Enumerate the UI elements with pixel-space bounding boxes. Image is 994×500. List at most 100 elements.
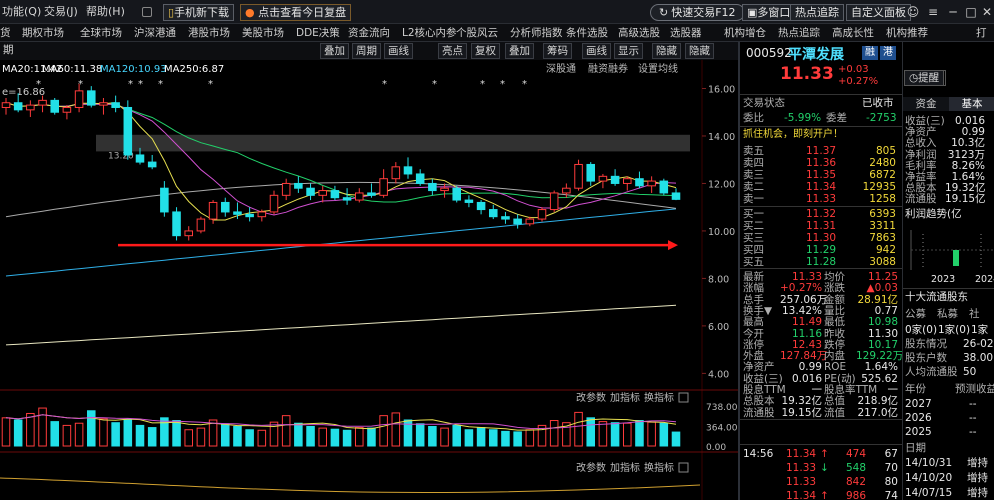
- hot-tracking-button[interactable]: 热点追踪: [790, 4, 844, 21]
- kline-chart[interactable]: MA20:11.42MA60:11.38MA120:10.93MA250:6.8…: [0, 60, 738, 500]
- tab-market-4[interactable]: 港股市场: [188, 24, 230, 42]
- overlay-toggle[interactable]: 融资融券: [588, 62, 628, 75]
- multi-window-button[interactable]: ▣多窗口: [742, 4, 796, 21]
- candle[interactable]: [123, 100, 133, 160]
- candle[interactable]: [50, 97, 60, 115]
- tab-market-12[interactable]: 高级选股: [618, 24, 660, 42]
- overlay-toggle[interactable]: 深股通: [546, 63, 576, 75]
- candle[interactable]: [549, 190, 559, 212]
- settings-icon[interactable]: [142, 7, 152, 17]
- bid-price[interactable]: 11.29: [806, 244, 836, 256]
- volume-bar: [99, 418, 108, 447]
- holders-title[interactable]: 十大流通股东: [905, 291, 968, 303]
- event-marker-icon[interactable]: *: [480, 79, 485, 90]
- candle[interactable]: [659, 178, 669, 196]
- toolbar-adjust[interactable]: 复权: [471, 43, 500, 59]
- toolbar-overlay2[interactable]: 叠加: [505, 43, 534, 59]
- bid-price[interactable]: 11.28: [806, 256, 836, 268]
- macd-panel-control[interactable]: 加指标: [610, 461, 640, 474]
- quick-trade-button[interactable]: ↻ 快速交易F12: [650, 4, 745, 21]
- stat-value: 217.0亿: [857, 406, 898, 419]
- event-marker-icon[interactable]: *: [432, 79, 437, 90]
- event-marker-icon[interactable]: *: [78, 79, 83, 90]
- toolbar-hide2[interactable]: 隐藏: [685, 43, 714, 59]
- tab-basic[interactable]: 基本: [949, 97, 994, 111]
- volume-bar: [549, 420, 559, 447]
- tab-market-17[interactable]: 机构推荐: [886, 24, 928, 42]
- bid-price[interactable]: 11.32: [806, 208, 836, 220]
- candle[interactable]: [172, 207, 181, 241]
- tab-market-16[interactable]: 高成长性: [832, 24, 874, 42]
- ask-price[interactable]: 11.35: [806, 169, 836, 181]
- toolbar-display[interactable]: 显示: [614, 43, 643, 59]
- bid-volume: 942: [875, 244, 896, 256]
- tab-market-11[interactable]: 条件选股: [566, 24, 608, 42]
- toolbar-hide[interactable]: 隐藏: [652, 43, 681, 59]
- mobile-download-button[interactable]: ▯手机新下载: [163, 4, 235, 21]
- tab-market-5[interactable]: 美股市场: [242, 24, 284, 42]
- event-marker-icon[interactable]: *: [382, 79, 387, 90]
- tab-market-2[interactable]: 全球市场: [80, 24, 122, 42]
- tab-market-18[interactable]: 打: [976, 24, 987, 42]
- forecast-year: 2026: [905, 412, 932, 424]
- menu-icon[interactable]: ≡: [924, 3, 942, 21]
- candle[interactable]: [574, 159, 583, 191]
- ask-price[interactable]: 11.37: [806, 145, 836, 157]
- event-marker-icon[interactable]: *: [128, 79, 133, 90]
- divider: [740, 126, 902, 127]
- event-marker-icon[interactable]: *: [158, 79, 163, 90]
- tab-market-7[interactable]: 资金流向: [348, 24, 390, 42]
- tab-market-6[interactable]: DDE决策: [296, 24, 340, 42]
- menu-trade[interactable]: 交易(J): [44, 0, 78, 24]
- bid-price[interactable]: 11.30: [806, 232, 836, 244]
- event-marker-icon[interactable]: *: [208, 79, 213, 90]
- tab-market-8[interactable]: L2核心内参: [402, 24, 457, 42]
- menu-help[interactable]: 帮助(H): [86, 0, 125, 24]
- stock-code: 000592: [746, 46, 792, 60]
- period-label[interactable]: 期: [0, 43, 17, 59]
- margin-badge[interactable]: 融: [862, 46, 878, 60]
- overlay-toggle[interactable]: 设置均线: [638, 62, 678, 75]
- event-marker-icon[interactable]: *: [138, 79, 143, 90]
- event-marker-icon[interactable]: *: [522, 79, 527, 90]
- candle[interactable]: [196, 216, 206, 234]
- ask-price[interactable]: 11.34: [806, 181, 836, 193]
- tab-market-13[interactable]: 选股器: [670, 24, 702, 42]
- macd-panel-control[interactable]: 换指标: [644, 461, 674, 474]
- vol-panel-control[interactable]: 加指标: [610, 391, 640, 404]
- tab-market-15[interactable]: 热点追踪: [778, 24, 820, 42]
- tab-market-1[interactable]: 期权市场: [22, 24, 64, 42]
- event-marker-icon[interactable]: *: [36, 79, 41, 90]
- tab-market-3[interactable]: 沪深港通: [134, 24, 176, 42]
- event-marker-icon[interactable]: *: [500, 79, 505, 90]
- open-account-link[interactable]: 抓住机会，即刻开户！: [743, 129, 843, 141]
- ask-price[interactable]: 11.36: [806, 157, 836, 169]
- macd-panel-control[interactable]: 改参数: [576, 461, 606, 474]
- bid-price[interactable]: 11.31: [806, 220, 836, 232]
- ask-price[interactable]: 11.33: [806, 193, 836, 205]
- close-icon[interactable]: ✕: [978, 3, 994, 21]
- tab-market-14[interactable]: 机构增仓: [724, 24, 766, 42]
- remind-button[interactable]: ◷提醒: [904, 70, 945, 86]
- vol-panel-control[interactable]: 改参数: [576, 391, 606, 404]
- menu-function[interactable]: 功能(Q): [2, 0, 41, 24]
- toolbar-highlight[interactable]: 亮点: [438, 43, 467, 59]
- tab-funds[interactable]: 资金: [903, 97, 949, 111]
- toolbar-draw[interactable]: 画线: [384, 43, 413, 59]
- tab-market-10[interactable]: 分析师指数: [510, 24, 563, 42]
- tab-market-9[interactable]: 个股风云: [456, 24, 498, 42]
- toolbar-chips[interactable]: 筹码: [543, 43, 572, 59]
- candle[interactable]: [452, 185, 462, 203]
- custom-panel-button[interactable]: 自定义面板: [846, 4, 911, 21]
- minimize-icon[interactable]: ─: [944, 3, 962, 21]
- vol-panel-control[interactable]: 换指标: [644, 391, 674, 404]
- hk-connect-badge[interactable]: 港: [880, 46, 896, 60]
- daily-review-button[interactable]: ● 点击查看今日复盘: [240, 4, 352, 21]
- volume-bar: [488, 429, 498, 447]
- user-icon[interactable]: ☺: [904, 3, 922, 21]
- tab-market-0[interactable]: 货: [0, 24, 11, 42]
- toolbar-draw-line[interactable]: 画线: [582, 43, 611, 59]
- toolbar-period[interactable]: 周期: [352, 43, 381, 59]
- toolbar-overlay[interactable]: 叠加: [320, 43, 349, 59]
- candle[interactable]: [537, 207, 547, 222]
